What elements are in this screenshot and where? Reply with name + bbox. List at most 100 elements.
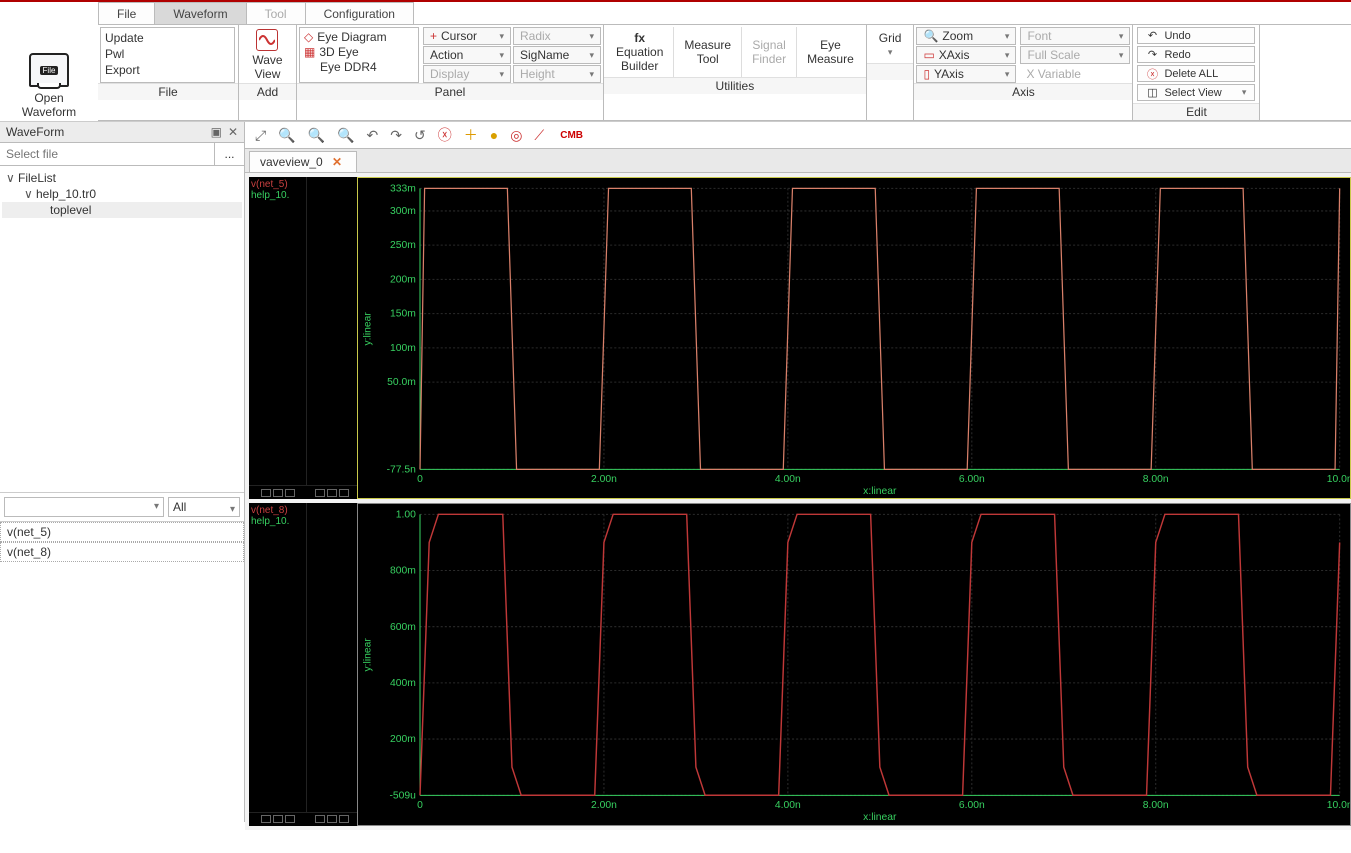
grid-button[interactable]: Grid ▾ bbox=[869, 27, 912, 63]
svg-text:200m: 200m bbox=[390, 734, 416, 745]
yaxis-dropdown[interactable]: ▯YAxis▾ bbox=[916, 65, 1016, 83]
fullscale-dropdown[interactable]: Full Scale▾ bbox=[1020, 46, 1130, 64]
tab-close-icon[interactable]: ✕ bbox=[332, 155, 342, 169]
open-waveform-label1: Open bbox=[34, 91, 63, 105]
svg-text:4.00n: 4.00n bbox=[775, 474, 801, 485]
select-file-input[interactable] bbox=[0, 143, 214, 165]
svg-text:6.00n: 6.00n bbox=[959, 800, 985, 811]
svg-text:150m: 150m bbox=[390, 309, 416, 320]
svg-text:0: 0 bbox=[417, 800, 423, 811]
xaxis-dropdown[interactable]: ▭XAxis▾ bbox=[916, 46, 1016, 64]
eye-diagram-icon: ◇ bbox=[304, 30, 313, 44]
plot1-canvas[interactable]: -77.5n50.0m100m150m200m250m300m333m02.00… bbox=[357, 177, 1351, 499]
marker1-icon[interactable]: ● bbox=[490, 127, 498, 143]
undo-button[interactable]: ↶Undo bbox=[1137, 27, 1255, 44]
svg-text:50.0m: 50.0m bbox=[387, 377, 416, 388]
cursor-icon: + bbox=[430, 29, 437, 43]
group-title-utilities: Utilities bbox=[604, 77, 866, 94]
wave-icon bbox=[256, 29, 278, 51]
net-item-0[interactable]: v(net_5) bbox=[0, 522, 244, 542]
xvariable-button[interactable]: X Variable bbox=[1020, 65, 1130, 82]
xaxis-icon: ▭ bbox=[923, 48, 934, 62]
svg-text:10.0n: 10.0n bbox=[1327, 800, 1351, 811]
file-action-update[interactable]: Update bbox=[105, 30, 230, 46]
tree-root[interactable]: ∨FileList bbox=[2, 170, 242, 186]
measure-tool-button[interactable]: Measure Tool bbox=[674, 27, 742, 77]
plot2-corner-controls[interactable] bbox=[249, 812, 307, 826]
tab-tool[interactable]: Tool bbox=[246, 2, 306, 24]
cube-icon: ▦ bbox=[304, 45, 315, 59]
svg-text:10.0n: 10.0n bbox=[1327, 474, 1351, 485]
filter-all[interactable]: All▾ bbox=[168, 497, 240, 517]
svg-text:4.00n: 4.00n bbox=[775, 800, 801, 811]
file-tree[interactable]: ∨FileList ∨help_10.tr0 toplevel bbox=[0, 166, 244, 493]
zoom-area-icon[interactable]: 🔍 bbox=[337, 127, 354, 144]
svg-text:2.00n: 2.00n bbox=[591, 800, 617, 811]
zoom-in-icon[interactable]: 🔍 bbox=[308, 127, 325, 144]
net-item-1[interactable]: v(net_8) bbox=[0, 542, 244, 562]
plot2-meta bbox=[307, 503, 357, 811]
select-view-button[interactable]: ◫Select View▾ bbox=[1137, 84, 1255, 101]
svg-text:0: 0 bbox=[417, 474, 423, 485]
equation-builder-button[interactable]: fx Equation Builder bbox=[606, 27, 674, 77]
cursor-dropdown[interactable]: +Cursor▾ bbox=[423, 27, 511, 45]
font-dropdown[interactable]: Font▾ bbox=[1020, 27, 1130, 45]
group-title-axis: Axis bbox=[914, 83, 1132, 100]
signame-dropdown[interactable]: SigName▾ bbox=[513, 46, 601, 64]
delete-icon: ⓧ bbox=[1146, 66, 1158, 82]
plot1-corner-controls[interactable] bbox=[249, 485, 307, 499]
svg-text:2.00n: 2.00n bbox=[591, 474, 617, 485]
plot2-corner2-controls[interactable] bbox=[307, 812, 357, 826]
zoom-out-icon[interactable]: 🔍 bbox=[278, 127, 295, 144]
net-list[interactable]: v(net_5) v(net_8) bbox=[0, 522, 244, 822]
svg-text:333m: 333m bbox=[390, 183, 416, 194]
select-view-icon: ◫ bbox=[1146, 86, 1158, 99]
crosshair-icon[interactable]: ＋ bbox=[464, 125, 478, 145]
plot1-corner2-controls[interactable] bbox=[307, 485, 357, 499]
svg-text:200m: 200m bbox=[390, 274, 416, 285]
svg-text:-77.5n: -77.5n bbox=[387, 464, 417, 475]
cancel-icon[interactable]: ⓧ bbox=[438, 125, 452, 145]
tree-file[interactable]: ∨help_10.tr0 bbox=[2, 186, 242, 202]
undo-icon: ↶ bbox=[1146, 29, 1158, 42]
open-waveform-button[interactable]: File Open Waveform bbox=[0, 2, 98, 121]
file-actions-list[interactable]: Update Pwl Export bbox=[100, 27, 235, 83]
plot2-canvas[interactable]: -509u200m400m600m800m1.0002.00n4.00n6.00… bbox=[357, 503, 1351, 825]
redo-button[interactable]: ↷Redo bbox=[1137, 46, 1255, 63]
file-action-export[interactable]: Export bbox=[105, 62, 230, 78]
panel-eye-diagram[interactable]: ◇Eye Diagram bbox=[304, 30, 414, 44]
wave-view-button[interactable]: Wave View bbox=[246, 27, 288, 83]
tab-configuration[interactable]: Configuration bbox=[305, 2, 414, 24]
display-dropdown[interactable]: Display▾ bbox=[423, 65, 511, 83]
eye-measure-button[interactable]: Eye Measure bbox=[797, 27, 864, 77]
side-title: WaveForm bbox=[6, 125, 64, 139]
file-action-pwl[interactable]: Pwl bbox=[105, 46, 230, 62]
zoom-dropdown[interactable]: 🔍Zoom▾ bbox=[916, 27, 1016, 45]
svg-text:y:linear: y:linear bbox=[362, 312, 373, 346]
tree-node-toplevel[interactable]: toplevel bbox=[2, 202, 242, 218]
signal-finder-button[interactable]: Signal Finder bbox=[742, 27, 797, 77]
zoom-fit-icon[interactable]: ⤢ bbox=[255, 127, 266, 144]
close-icon[interactable]: ✕ bbox=[228, 125, 238, 139]
view-tab-0[interactable]: vaveview_0 ✕ bbox=[249, 151, 357, 172]
svg-text:8.00n: 8.00n bbox=[1143, 800, 1169, 811]
panel-eye-ddr4[interactable]: Eye DDR4 bbox=[304, 60, 414, 74]
marker2-icon[interactable]: ◎ bbox=[510, 127, 522, 144]
redo2-icon[interactable]: ↷ bbox=[390, 127, 402, 144]
tab-file[interactable]: File bbox=[98, 2, 155, 24]
panel-3d-eye[interactable]: ▦3D Eye bbox=[304, 45, 414, 59]
radix-dropdown[interactable]: Radix▾ bbox=[513, 27, 601, 45]
height-dropdown[interactable]: Height▾ bbox=[513, 65, 601, 83]
delete-all-button[interactable]: ⓧDelete ALL bbox=[1137, 65, 1255, 82]
tab-waveform[interactable]: Waveform bbox=[154, 2, 246, 24]
action-dropdown[interactable]: Action▾ bbox=[423, 46, 511, 64]
browse-button[interactable]: ... bbox=[214, 143, 244, 165]
redo-icon: ↷ bbox=[1146, 48, 1158, 61]
svg-text:x:linear: x:linear bbox=[863, 813, 897, 824]
group-title-add: Add bbox=[239, 83, 296, 100]
filter-combo[interactable]: ▾ bbox=[4, 497, 164, 517]
undock-icon[interactable]: ▣ bbox=[211, 125, 222, 139]
ruler-icon[interactable]: ⟋ bbox=[534, 127, 544, 144]
undo2-icon[interactable]: ↶ bbox=[367, 127, 379, 144]
reset-icon[interactable]: ↺ bbox=[414, 127, 426, 144]
